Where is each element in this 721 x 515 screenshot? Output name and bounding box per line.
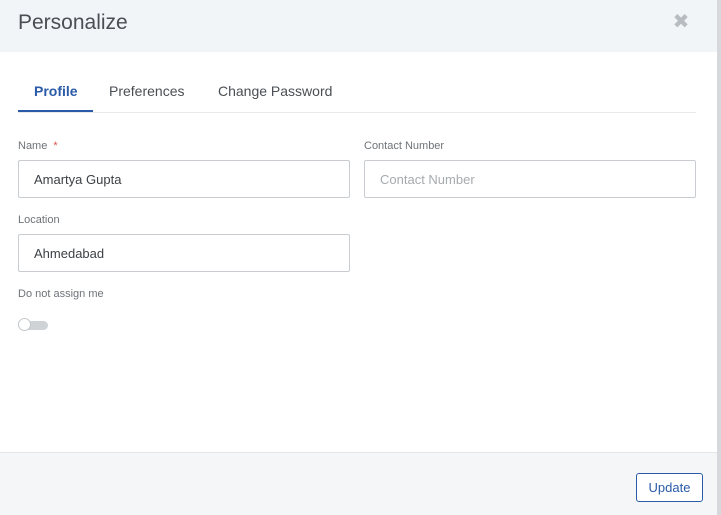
dialog-footer: Update (0, 452, 717, 515)
personalize-dialog: Personalize ✖ Profile Preferences Change… (0, 0, 717, 515)
location-input[interactable] (18, 234, 350, 272)
contact-number-input[interactable] (364, 160, 696, 198)
tab-bar: Profile Preferences Change Password (18, 70, 696, 113)
name-input[interactable] (18, 160, 350, 198)
tab-preferences[interactable]: Preferences (109, 82, 184, 100)
dialog-header: Personalize ✖ (0, 0, 717, 52)
do-not-assign-toggle[interactable] (18, 318, 48, 332)
required-asterisk: * (53, 140, 58, 152)
scrollbar-edge (717, 0, 721, 515)
do-not-assign-label: Do not assign me (18, 288, 104, 300)
dialog-title: Personalize (18, 11, 128, 34)
close-icon[interactable]: ✖ (672, 12, 690, 32)
location-label: Location (18, 214, 60, 226)
tab-profile[interactable]: Profile (34, 82, 78, 100)
update-button[interactable]: Update (636, 473, 703, 502)
name-label: Name * (18, 139, 58, 153)
tab-change-password[interactable]: Change Password (218, 82, 332, 100)
name-label-text: Name (18, 140, 48, 152)
active-tab-indicator (18, 110, 93, 112)
toggle-knob (18, 318, 31, 331)
contact-number-label: Contact Number (364, 140, 445, 152)
